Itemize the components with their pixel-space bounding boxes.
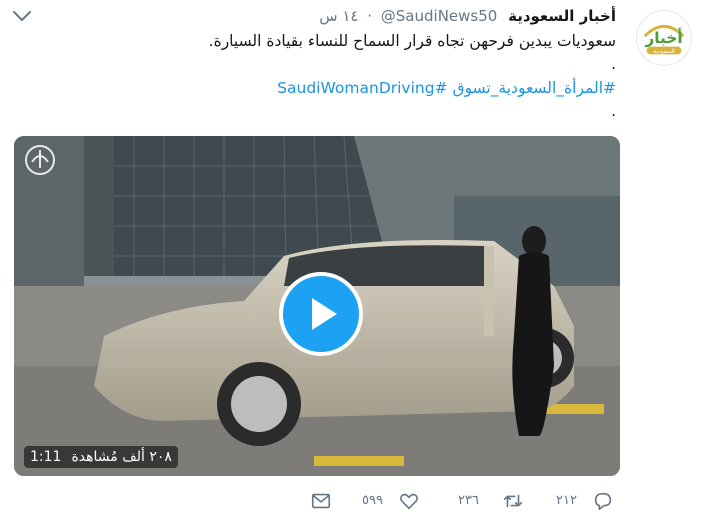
chevron-down-icon[interactable] <box>10 6 34 26</box>
play-icon <box>312 298 337 330</box>
svg-text:السعودية: السعودية <box>653 49 675 55</box>
display-name[interactable]: أخبار السعودية <box>508 4 616 28</box>
tweet-text-line: . <box>611 55 616 73</box>
retweet-count: ٢٣٦ <box>458 493 479 508</box>
tweet-header: أخبار السعودية @SaudiNews50 · ١٤ س <box>319 4 616 28</box>
mail-icon <box>311 493 331 509</box>
svg-text:أخبار: أخبار <box>644 28 682 47</box>
like-count: ٥٩٩ <box>362 493 383 508</box>
tweet-actions: ٢١٢ ٢٣٦ ٥٩٩ <box>0 484 702 518</box>
user-handle[interactable]: @SaudiNews50 <box>381 4 498 28</box>
video-player[interactable]: 1:11 ٢٠٨ ألف مُشاهدة <box>14 136 620 476</box>
akhbar-logo: أخبار السعودية <box>643 24 685 55</box>
reply-count: ٢١٢ <box>556 493 577 508</box>
like-button[interactable]: ٥٩٩ <box>362 488 424 514</box>
retweet-icon <box>503 494 523 508</box>
reply-icon <box>594 492 612 511</box>
separator: · <box>367 7 372 25</box>
reply-button[interactable]: ٢١٢ <box>556 488 620 514</box>
heart-icon <box>400 493 418 510</box>
tweet: أخبار السعودية أخبار السعودية @SaudiNews… <box>0 0 702 518</box>
video-duration: 1:11 <box>30 449 62 465</box>
tweet-text-line: سعوديات يبدين فرحهن تجاه قرار السماح للن… <box>208 32 616 50</box>
tweet-text-line: . <box>611 102 616 120</box>
view-count: ٢٠٨ ألف مُشاهدة <box>71 449 172 465</box>
direct-message-button[interactable] <box>308 488 334 514</box>
hashtag-line[interactable]: #المرأة_السعودية_تسوق #SaudiWomanDriving <box>96 77 616 99</box>
video-info-badge: 1:11 ٢٠٨ ألف مُشاهدة <box>24 446 178 468</box>
play-button[interactable] <box>279 272 363 356</box>
retweet-button[interactable]: ٢٣٦ <box>458 488 528 514</box>
timestamp[interactable]: ١٤ س <box>319 4 358 28</box>
avatar[interactable]: أخبار السعودية <box>636 10 692 66</box>
